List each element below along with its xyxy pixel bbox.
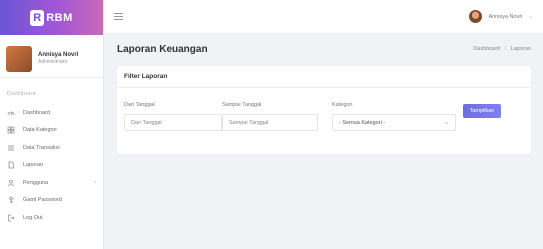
- to-date-label: Sampai Tanggal: [222, 102, 262, 108]
- brand-logo[interactable]: R RBM: [0, 0, 103, 35]
- logo-mark: R RBM: [30, 9, 73, 26]
- breadcrumb: Dashboard / Laporan: [473, 46, 531, 52]
- breadcrumb-separator: /: [504, 46, 507, 52]
- profile-role: Administrator: [38, 59, 68, 65]
- logout-icon: [7, 214, 15, 222]
- sidebar-item-label: Laporan: [23, 162, 44, 169]
- gauge-icon: [7, 109, 15, 117]
- category-label: Kategori: [332, 102, 353, 108]
- user-menu[interactable]: Annisya Novri ⌄: [469, 10, 533, 23]
- logo-icon: R: [30, 9, 45, 26]
- breadcrumb-laporan: Laporan: [510, 46, 531, 52]
- sidebar: R RBM Annisya Novri Administrator Dashbo…: [0, 0, 104, 249]
- file-icon: [7, 161, 15, 169]
- chevron-down-icon: ⌄: [528, 13, 533, 20]
- sidebar-section-label: Dashboard: [7, 91, 36, 97]
- sidebar-item-label: Log Out: [23, 214, 43, 221]
- avatar: [6, 45, 32, 72]
- from-date-label: Dari Tanggal: [124, 102, 155, 108]
- logo-text: RBM: [46, 11, 73, 24]
- to-date-input[interactable]: Sampai Tanggal: [222, 114, 318, 131]
- topbar: Annisya Novri ⌄: [104, 0, 543, 34]
- from-date-input[interactable]: Dari Tanggal: [124, 114, 222, 131]
- filter-card: Filter Laporan Dari Tanggal Dari Tanggal…: [117, 66, 531, 154]
- to-date-field: Sampai Tanggal Sampai Tanggal: [222, 102, 318, 131]
- sidebar-item-data-kategori[interactable]: Data Kategori: [0, 122, 103, 140]
- page-header: Laporan Keuangan Dashboard / Laporan: [116, 34, 531, 64]
- sidebar-item-ganti-password[interactable]: Ganti Password: [0, 192, 103, 210]
- user-icon: [7, 179, 15, 187]
- breadcrumb-dashboard[interactable]: Dashboard: [473, 46, 500, 52]
- chevron-down-icon: ⌄: [443, 120, 449, 126]
- category-field: Kategori - Semua Kategori - ⌄: [332, 102, 456, 131]
- sidebar-item-label: Data Transaksi: [23, 144, 60, 151]
- user-profile: Annisya Novri Administrator: [0, 40, 103, 78]
- from-date-field: Dari Tanggal Dari Tanggal: [124, 102, 222, 131]
- avatar: [469, 10, 483, 23]
- tampilkan-button[interactable]: Tampilkan: [463, 104, 501, 118]
- sidebar-item-dashboard[interactable]: Dashboard: [0, 104, 103, 122]
- sidebar-item-label: Data Kategori: [23, 127, 57, 134]
- grid-icon: [7, 126, 15, 134]
- profile-name: Annisya Novri: [38, 52, 79, 58]
- sidebar-item-laporan[interactable]: Laporan: [0, 157, 103, 175]
- topbar-user-name: Annisya Novri: [488, 13, 523, 20]
- sidebar-item-data-transaksi[interactable]: Data Transaksi: [0, 139, 103, 157]
- sidebar-item-label: Pengguna: [23, 179, 49, 186]
- main-content: Laporan Keuangan Dashboard / Laporan Fil…: [104, 34, 543, 249]
- list-icon: [7, 144, 15, 152]
- category-select[interactable]: - Semua Kategori - ⌄: [332, 114, 456, 131]
- menu-toggle-icon[interactable]: [114, 13, 123, 20]
- category-select-value: - Semua Kategori -: [339, 119, 386, 126]
- sidebar-nav: Dashboard Data Kategori Data Transaksi L…: [0, 104, 103, 227]
- key-icon: [7, 196, 15, 204]
- filter-card-title: Filter Laporan: [117, 66, 531, 88]
- sidebar-item-label: Ganti Password: [23, 197, 62, 204]
- sidebar-item-label: Dashboard: [23, 109, 50, 116]
- sidebar-item-pengguna[interactable]: Pengguna ›: [0, 174, 103, 192]
- page-title: Laporan Keuangan: [117, 43, 208, 55]
- sidebar-item-log-out[interactable]: Log Out: [0, 209, 103, 227]
- chevron-right-icon: ›: [94, 179, 96, 186]
